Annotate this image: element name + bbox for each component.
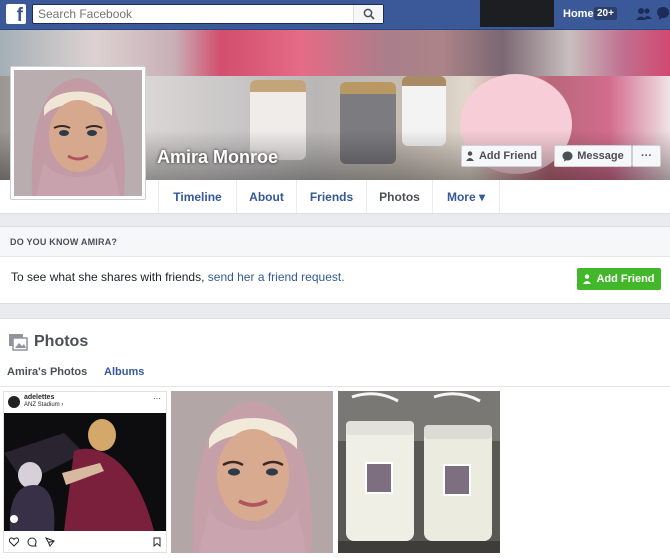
more-options-button[interactable]: ··· — [632, 145, 661, 167]
add-friend-icon — [465, 151, 474, 161]
candles-illustration — [338, 391, 500, 553]
instagram-more-icon: ··· — [153, 394, 161, 403]
home-link[interactable]: Home — [563, 8, 594, 20]
photo-thumbnail[interactable] — [338, 391, 500, 553]
tab-albums[interactable]: Albums — [104, 366, 144, 378]
add-friend-label: Add Friend — [478, 150, 538, 162]
add-friend-icon — [583, 274, 592, 284]
add-friend-green-label: Add Friend — [596, 273, 655, 285]
search-icon — [363, 8, 375, 20]
do-you-know-heading: DO YOU KNOW AMIRA? — [0, 227, 670, 257]
message-button[interactable]: Message — [554, 145, 632, 167]
search-input[interactable] — [33, 5, 351, 23]
instagram-actions — [4, 533, 166, 552]
top-bar: f Home 20+ — [0, 0, 670, 30]
do-you-know-message: To see what she shares with friends, — [11, 270, 205, 284]
photos-tab-divider — [0, 386, 670, 387]
profile-picture[interactable] — [10, 66, 146, 200]
concert-illustration — [4, 413, 166, 531]
profile-photo-image — [14, 70, 142, 196]
tab-timeline[interactable]: Timeline — [158, 180, 236, 213]
do-you-know-panel: DO YOU KNOW AMIRA? To see what she share… — [0, 226, 670, 304]
search-button[interactable] — [353, 5, 383, 23]
selfie-illustration — [171, 391, 333, 553]
add-friend-green-button[interactable]: Add Friend — [577, 268, 661, 290]
tab-more[interactable]: More ▾ — [432, 180, 500, 213]
bookmark-icon[interactable] — [153, 537, 161, 547]
search-box[interactable] — [32, 4, 384, 24]
heart-icon[interactable] — [9, 537, 19, 547]
comment-icon[interactable] — [27, 537, 37, 547]
photos-icon — [9, 334, 28, 351]
profile-name: Amira Monroe — [157, 147, 279, 167]
photo-thumbnail[interactable] — [171, 391, 333, 553]
instagram-photo — [4, 413, 166, 531]
messenger-icon — [562, 151, 573, 162]
instagram-username: adelettes — [24, 394, 55, 401]
avatar-illustration — [14, 70, 142, 196]
instagram-location: ANZ Stadium › — [24, 402, 64, 408]
home-badge: 20+ — [594, 7, 617, 20]
friend-request-link[interactable]: send her a friend request. — [208, 270, 345, 284]
tab-about[interactable]: About — [236, 180, 296, 213]
instagram-avatar — [8, 396, 20, 408]
message-label: Message — [577, 150, 624, 162]
share-icon[interactable] — [45, 537, 55, 547]
friend-requests-icon[interactable] — [636, 7, 652, 21]
facebook-logo[interactable]: f — [6, 4, 26, 24]
tab-friends[interactable]: Friends — [296, 180, 366, 213]
instagram-header: adelettes ANZ Stadium › ··· — [4, 392, 166, 412]
tab-photos[interactable]: Photos — [366, 180, 432, 213]
more-options-icon: ··· — [641, 150, 652, 162]
messages-icon[interactable] — [656, 6, 670, 22]
photos-header: Photos — [8, 333, 88, 351]
tab-amiras-photos[interactable]: Amira's Photos — [7, 366, 87, 378]
user-profile-link[interactable] — [480, 0, 554, 27]
photo-thumbnail[interactable]: adelettes ANZ Stadium › ··· — [3, 391, 167, 553]
do-you-know-text: To see what she shares with friends, sen… — [11, 270, 345, 284]
photos-section: Photos Amira's Photos Albums adelettes A… — [0, 318, 670, 558]
photos-title: Photos — [34, 333, 89, 350]
add-friend-button[interactable]: Add Friend — [461, 145, 542, 167]
